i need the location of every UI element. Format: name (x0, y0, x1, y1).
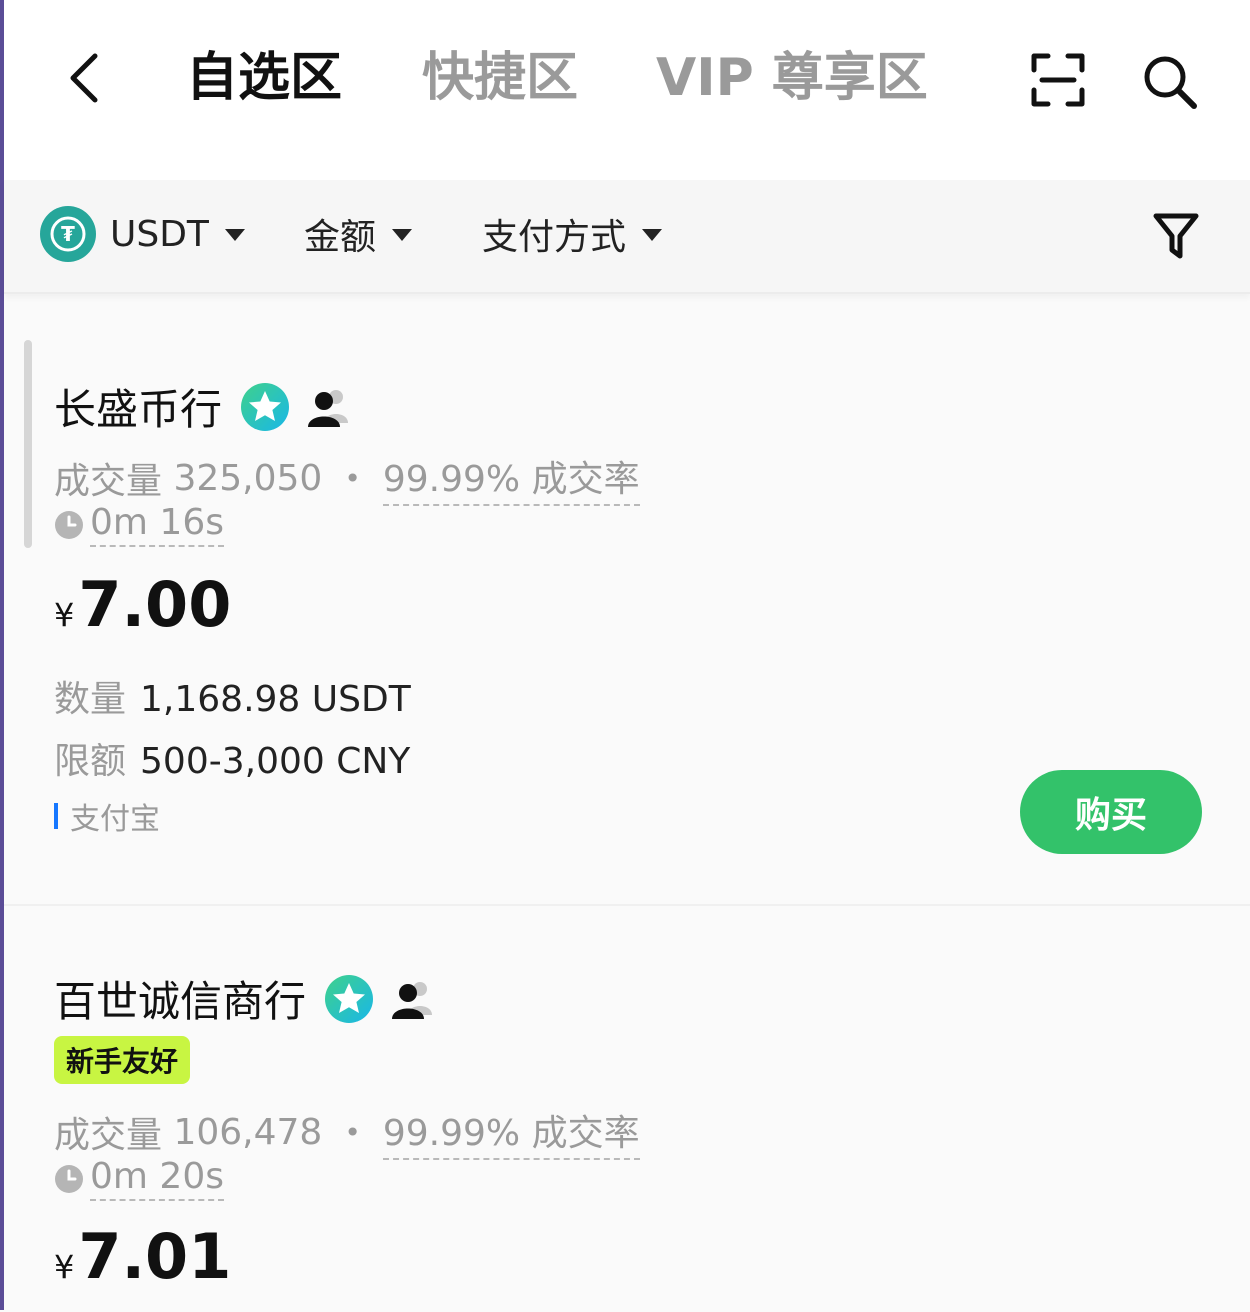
limit-label: 限额 (54, 741, 127, 782)
response-time-value[interactable]: 0m 16s (90, 502, 224, 547)
tether-icon: ₮ (40, 206, 96, 262)
merchant-name[interactable]: 长盛币行 (54, 376, 222, 437)
buy-button[interactable]: 购买 (1020, 770, 1202, 854)
payment-method: 支付宝 (54, 794, 160, 838)
chevron-left-icon (70, 53, 98, 103)
back-button[interactable] (60, 50, 110, 106)
listing-card: 长盛币行 成交量 325,050 • 99.99% 成交率 0m 16s ¥7.… (4, 312, 1250, 902)
quantity-label: 数量 (54, 679, 127, 720)
merchant-name[interactable]: 百世诚信商行 (54, 968, 306, 1029)
trade-stats: 成交量 325,050 • 99.99% 成交率 (54, 450, 640, 506)
price: ¥7.01 (54, 1220, 231, 1293)
price-value: 7.01 (78, 1220, 232, 1293)
merchant-row: 长盛币行 (54, 376, 350, 437)
merchant-user-icon (392, 981, 433, 1019)
separator-dot: • (344, 461, 361, 495)
tab-express[interactable]: 快捷区 (422, 42, 578, 114)
volume-value: 325,050 (173, 457, 323, 499)
caret-down-icon (224, 229, 245, 241)
payment-filter-label: 支付方式 (482, 217, 627, 258)
filter-bar: ₮ USDT 金额 支付方式 (4, 180, 1250, 294)
merchant-row: 百世诚信商行 (54, 968, 434, 1029)
coin-filter-dropdown[interactable]: ₮ USDT (40, 204, 245, 264)
clock-icon (55, 510, 83, 539)
response-time-value[interactable]: 0m 20s (90, 1156, 224, 1201)
trade-stats: 成交量 106,478 • 99.99% 成交率 (54, 1104, 640, 1160)
merchant-user-icon (308, 389, 349, 427)
scroll-indicator (24, 340, 32, 548)
scan-button[interactable] (1028, 50, 1088, 110)
scan-icon (1031, 53, 1085, 107)
amount-filter-dropdown[interactable]: 金额 (304, 204, 413, 264)
clock-icon (55, 1164, 83, 1193)
alipay-marker (54, 803, 58, 829)
quantity-row: 数量 1,168.98 USDT (54, 670, 411, 722)
tab-vip[interactable]: VIP 尊享区 (656, 42, 928, 114)
quantity-value: 1,168.98 USDT (140, 679, 411, 720)
caret-down-icon (392, 229, 413, 241)
tether-glyph-icon: ₮ (50, 216, 86, 252)
svg-text:₮: ₮ (61, 222, 75, 246)
caret-down-icon (642, 229, 663, 241)
volume-label: 成交量 (54, 461, 163, 502)
price-value: 7.00 (78, 568, 232, 641)
payment-filter-dropdown[interactable]: 支付方式 (482, 204, 663, 264)
completion-rate[interactable]: 99.99% 成交率 (382, 1104, 640, 1160)
newbie-friendly-tag: 新手友好 (54, 1036, 191, 1084)
separator-dot: • (344, 1115, 361, 1149)
verified-star-icon (241, 382, 290, 431)
search-icon (1144, 56, 1197, 109)
limit-row: 限额 500-3,000 CNY (54, 732, 410, 784)
price: ¥7.00 (54, 568, 231, 641)
tab-self-selected[interactable]: 自选区 (186, 42, 342, 114)
currency-symbol: ¥ (54, 1248, 75, 1286)
top-bar: 自选区 快捷区 VIP 尊享区 (4, 0, 1250, 180)
limit-value: 500-3,000 CNY (140, 741, 411, 782)
currency-symbol: ¥ (54, 596, 75, 634)
listing-card: 百世诚信商行 新手友好 成交量 106,478 • 99.99% 成交率 0m … (4, 904, 1250, 1312)
volume-value: 106,478 (173, 1111, 323, 1153)
amount-filter-label: 金额 (304, 217, 377, 258)
payment-method-label: 支付宝 (70, 802, 160, 837)
filter-button[interactable] (1150, 210, 1202, 262)
verified-star-icon (325, 974, 374, 1023)
response-time: 0m 20s (54, 1156, 224, 1201)
filter-funnel-icon (1153, 213, 1199, 259)
response-time: 0m 16s (54, 502, 224, 547)
coin-filter-label: USDT (110, 213, 209, 255)
volume-label: 成交量 (54, 1115, 163, 1156)
completion-rate[interactable]: 99.99% 成交率 (382, 450, 640, 506)
search-button[interactable] (1140, 52, 1200, 112)
